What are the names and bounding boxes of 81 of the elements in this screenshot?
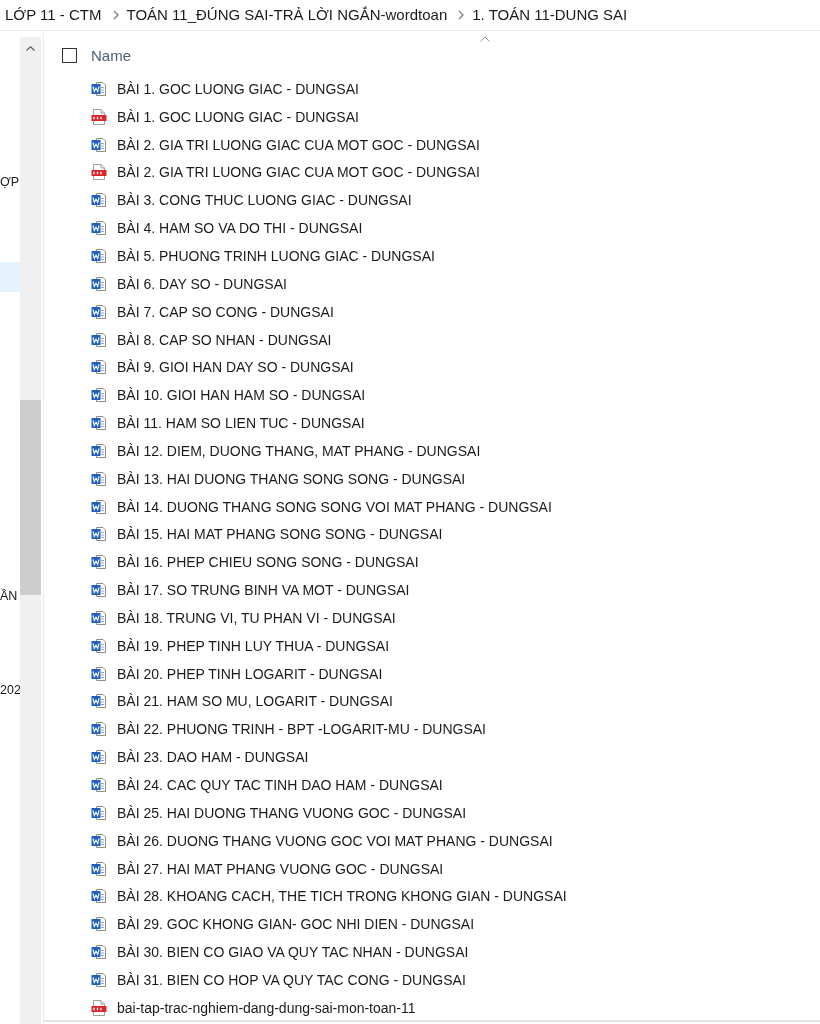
file-item[interactable]: BÀI 3. CONG THUC LUONG GIAC - DUNGSAI: [91, 192, 412, 209]
file-item[interactable]: BÀI 10. GIOI HAN HAM SO - DUNGSAI: [91, 387, 366, 404]
doc-file-icon: [91, 665, 107, 682]
doc-file-icon: [91, 860, 107, 877]
file-item[interactable]: BÀI 16. PHEP CHIEU SONG SONG - DUNGSAI: [91, 554, 419, 571]
doc-file-icon: [91, 442, 107, 459]
doc-file-icon: [91, 916, 107, 933]
doc-file-icon: [91, 498, 107, 515]
file-item[interactable]: BÀI 30. BIEN CO GIAO VA QUY TAC NHAN - DUNGSAI: [91, 944, 469, 961]
doc-file-icon: [91, 387, 107, 404]
chevron-up-icon[interactable]: [26, 46, 35, 51]
doc-file-icon: [91, 415, 107, 432]
doc-file-icon: [91, 220, 107, 237]
nav-item[interactable]: ẦN: [0, 581, 20, 611]
file-item[interactable]: BÀI 19. PHEP TINH LUY THUA - DUNGSAI: [91, 637, 390, 654]
doc-file-icon: [91, 80, 107, 97]
doc-file-icon: [91, 582, 107, 599]
doc-file-icon: [91, 721, 107, 738]
name-column-header[interactable]: Name: [91, 46, 131, 64]
file-item[interactable]: BÀI 12. DIEM, DUONG THANG, MAT PHANG - DUNGSAI: [91, 442, 481, 459]
file-item[interactable]: bai-tap-trac-nghiem-dang-dung-sai-mon-toan-11: [91, 999, 416, 1016]
chevron-right-icon[interactable]: [458, 9, 465, 20]
file-item[interactable]: BÀI 2. GIA TRI LUONG GIAC CUA MOT GOC - DUNGSAI: [91, 136, 480, 153]
file-item[interactable]: BÀI 11. HAM SO LIEN TUC - DUNGSAI: [91, 415, 365, 432]
file-item[interactable]: BÀI 5. PHUONG TRINH LUONG GIAC - DUNGSAI: [91, 248, 435, 264]
file-item[interactable]: BÀI 2. GIA TRI LUONG GIAC CUA MOT GOC - DUNGSAI: [91, 164, 480, 181]
file-item[interactable]: BÀI 18. TRUNG VI, TU PHAN VI - DUNGSAI: [91, 609, 396, 626]
doc-file-icon: [91, 637, 107, 654]
pdf-file-icon: [91, 164, 107, 181]
breadcrumb-item[interactable]: 1. TOÁN 11-DUNG SAI: [472, 6, 628, 23]
nav-item[interactable]: ỢP: [0, 167, 20, 197]
doc-file-icon: [91, 832, 107, 849]
pdf-file-icon: [91, 108, 107, 125]
doc-file-icon: [91, 888, 107, 905]
file-item[interactable]: BÀI 13. HAI DUONG THANG SONG SONG - DUNGSAI: [91, 470, 466, 487]
file-item[interactable]: BÀI 24. CAC QUY TAC TINH DAO HAM - DUNGSAI: [91, 777, 443, 793]
file-item[interactable]: BÀI 9. GIOI HAN DAY SO - DUNGSAI: [91, 359, 354, 376]
chevron-right-icon[interactable]: [112, 9, 119, 20]
doc-file-icon: [91, 749, 107, 766]
file-item[interactable]: BÀI 21. HAM SO MU, LOGARIT - DUNGSAI: [91, 693, 393, 710]
doc-file-icon: [91, 554, 107, 571]
scrollbar-thumb[interactable]: [20, 400, 41, 595]
file-item[interactable]: BÀI 26. DUONG THANG VUONG GOC VOI MAT PHANG - DUNGSAI: [91, 832, 553, 849]
doc-file-icon: [91, 777, 107, 793]
doc-file-icon: [91, 359, 107, 376]
doc-file-icon: [91, 248, 107, 264]
file-item[interactable]: BÀI 28. KHOANG CACH, THE TICH TRONG KHONG GIAN - DUNGSAI: [91, 888, 567, 905]
doc-file-icon: [91, 609, 107, 626]
file-item[interactable]: BÀI 7. CAP SO CONG - DUNGSAI: [91, 303, 334, 320]
doc-file-icon: [91, 470, 107, 487]
doc-file-icon: [91, 804, 107, 821]
file-item[interactable]: BÀI 1. GOC LUONG GIAC - DUNGSAI: [91, 108, 359, 125]
file-item[interactable]: BÀI 6. DAY SO - DUNGSAI: [91, 275, 287, 292]
doc-file-icon: [91, 192, 107, 209]
file-item[interactable]: BÀI 25. HAI DUONG THANG VUONG GOC - DUNGSAI: [91, 804, 466, 821]
file-item[interactable]: BÀI 31. BIEN CO HOP VA QUY TAC CONG - DUNGSAI: [91, 971, 466, 988]
file-item[interactable]: BÀI 1. GOC LUONG GIAC - DUNGSAI: [91, 80, 359, 97]
select-all-checkbox[interactable]: [62, 47, 77, 63]
doc-file-icon: [91, 971, 107, 988]
breadcrumb-item[interactable]: LỚP 11 - CTM: [5, 6, 102, 23]
doc-file-icon: [91, 136, 107, 153]
file-item[interactable]: BÀI 29. GOC KHONG GIAN- GOC NHI DIEN - DUNGSAI: [91, 916, 475, 933]
doc-file-icon: [91, 275, 107, 292]
file-item[interactable]: BÀI 14. DUONG THANG SONG SONG VOI MAT PHANG - DUNGSAI: [91, 498, 552, 515]
file-item[interactable]: BÀI 8. CAP SO NHAN - DUNGSAI: [91, 331, 332, 348]
file-item[interactable]: BÀI 20. PHEP TINH LOGARIT - DUNGSAI: [91, 665, 383, 682]
file-item[interactable]: BÀI 4. HAM SO VA DO THI - DUNGSAI: [91, 220, 363, 237]
doc-file-icon: [91, 331, 107, 348]
scrollbar-track[interactable]: [20, 37, 41, 1024]
nav-item[interactable]: 202: [0, 675, 20, 705]
doc-file-icon: [91, 526, 107, 543]
doc-file-icon: [91, 693, 107, 710]
doc-file-icon: [91, 303, 107, 320]
file-item[interactable]: BÀI 22. PHUONG TRINH - BPT -LOGARIT-MU - DUNGSAI: [91, 721, 486, 738]
pdf-file-icon: [91, 999, 107, 1016]
file-item[interactable]: BÀI 23. DAO HAM - DUNGSAI: [91, 749, 309, 766]
file-item[interactable]: BÀI 15. HAI MAT PHANG SONG SONG - DUNGSAI: [91, 526, 443, 543]
file-item[interactable]: BÀI 17. SO TRUNG BINH VA MOT - DUNGSAI: [91, 582, 410, 599]
file-item[interactable]: BÀI 27. HAI MAT PHANG VUONG GOC - DUNGSAI: [91, 860, 444, 877]
breadcrumb-item[interactable]: TOÁN 11_ĐÚNG SAI-TRẢ LỜI NGẮN-wordtoan: [126, 6, 448, 23]
doc-file-icon: [91, 944, 107, 961]
